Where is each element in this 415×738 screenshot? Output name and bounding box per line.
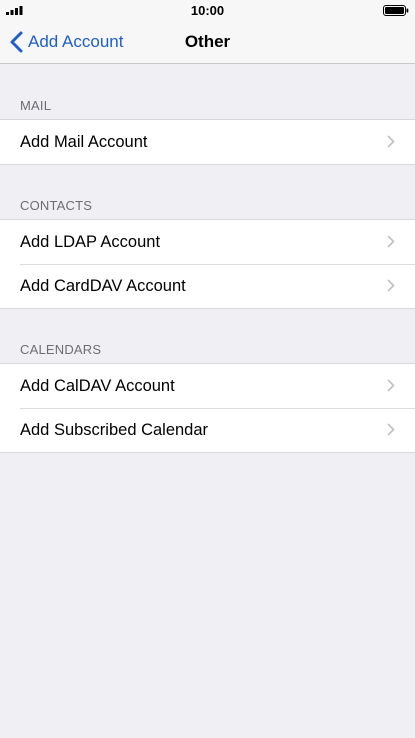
row-label: Add Mail Account: [20, 132, 148, 151]
row-add-carddav-account[interactable]: Add CardDAV Account: [0, 264, 415, 308]
group-contacts: Add LDAP Account Add CardDAV Account: [0, 219, 415, 309]
chevron-left-icon: [10, 31, 23, 53]
row-label: Add CalDAV Account: [20, 376, 175, 395]
status-time: 10:00: [190, 3, 225, 18]
status-bar: 10:00: [0, 0, 415, 20]
group-calendars: Add CalDAV Account Add Subscribed Calend…: [0, 363, 415, 453]
navigation-bar: Add Account Other: [0, 20, 415, 64]
row-add-caldav-account[interactable]: Add CalDAV Account: [0, 364, 415, 408]
battery-icon: [383, 5, 409, 16]
row-label: Add LDAP Account: [20, 232, 161, 251]
chevron-right-icon: [387, 423, 395, 436]
row-label: Add CardDAV Account: [20, 276, 186, 295]
row-add-subscribed-calendar[interactable]: Add Subscribed Calendar: [0, 408, 415, 452]
row-add-ldap-account[interactable]: Add LDAP Account: [0, 220, 415, 264]
section-header-mail: MAIL: [20, 98, 52, 113]
row-add-mail-account[interactable]: Add Mail Account: [0, 120, 415, 164]
back-button-label: Add Account: [28, 32, 124, 51]
back-button[interactable]: Add Account: [10, 20, 123, 64]
chevron-right-icon: [387, 279, 395, 292]
group-mail: Add Mail Account: [0, 119, 415, 165]
chevron-right-icon: [387, 235, 395, 248]
section-header-calendars: CALENDARS: [20, 342, 102, 357]
chevron-right-icon: [387, 135, 395, 148]
chevron-right-icon: [387, 379, 395, 392]
section-header-contacts: CONTACTS: [20, 198, 93, 213]
row-label: Add Subscribed Calendar: [20, 420, 209, 439]
